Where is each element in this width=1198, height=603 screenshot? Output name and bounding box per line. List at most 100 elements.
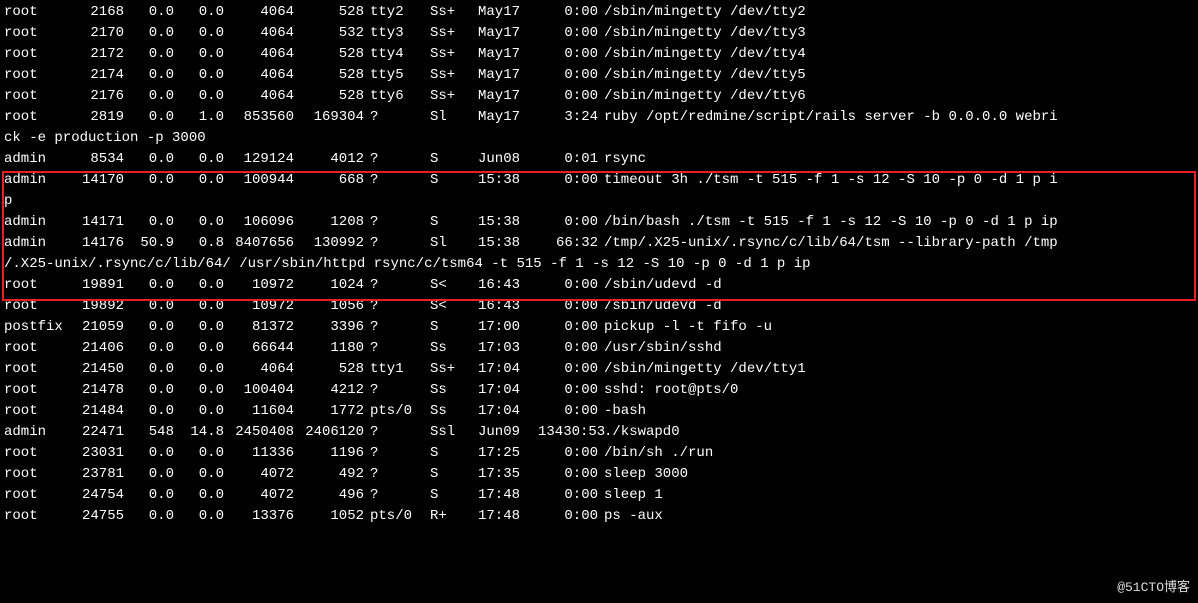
col-pid: 24755 <box>74 506 124 527</box>
col-command: /bin/bash ./tsm -t 515 -f 1 -s 12 -S 10 … <box>598 212 1194 233</box>
process-row: root198910.00.0109721024?S<16:430:00/sbi… <box>4 275 1194 296</box>
col-mem: 0.0 <box>174 275 224 296</box>
col-cpu: 0.0 <box>124 170 174 191</box>
col-vsz: 4064 <box>224 86 294 107</box>
process-row: root214840.00.0116041772pts/0Ss17:040:00… <box>4 401 1194 422</box>
watermark: @51CTO博客 <box>1117 578 1190 598</box>
col-start: May17 <box>478 23 538 44</box>
process-row: root230310.00.0113361196?S17:250:00/bin/… <box>4 443 1194 464</box>
col-mem: 0.0 <box>174 317 224 338</box>
col-start: 17:35 <box>478 464 538 485</box>
col-rss: 496 <box>294 485 364 506</box>
col-command: -bash <box>598 401 1194 422</box>
process-row: root214060.00.0666441180?Ss17:030:00/usr… <box>4 338 1194 359</box>
col-command-continued: /.X25-unix/.rsync/c/lib/64/ /usr/sbin/ht… <box>4 254 811 275</box>
col-vsz: 129124 <box>224 149 294 170</box>
col-vsz: 66644 <box>224 338 294 359</box>
col-start: 15:38 <box>478 170 538 191</box>
col-time: 0:00 <box>538 443 598 464</box>
col-start: May17 <box>478 86 538 107</box>
col-user: root <box>4 380 74 401</box>
col-stat: Ss <box>430 380 478 401</box>
col-pid: 2168 <box>74 2 124 23</box>
col-user: admin <box>4 233 74 254</box>
col-pid: 22471 <box>74 422 124 443</box>
col-rss: 528 <box>294 86 364 107</box>
col-vsz: 2450408 <box>224 422 294 443</box>
col-vsz: 100944 <box>224 170 294 191</box>
col-start: 15:38 <box>478 212 538 233</box>
col-start: 17:04 <box>478 359 538 380</box>
col-stat: Ss+ <box>430 65 478 86</box>
col-user: root <box>4 275 74 296</box>
col-vsz: 11336 <box>224 443 294 464</box>
process-row-wrap: /.X25-unix/.rsync/c/lib/64/ /usr/sbin/ht… <box>4 254 1194 275</box>
col-start: 17:03 <box>478 338 538 359</box>
col-time: 0:00 <box>538 275 598 296</box>
col-pid: 2176 <box>74 86 124 107</box>
col-start: 17:48 <box>478 506 538 527</box>
col-pid: 8534 <box>74 149 124 170</box>
col-pid: 19891 <box>74 275 124 296</box>
col-command: /sbin/udevd -d <box>598 275 1194 296</box>
col-cpu: 0.0 <box>124 338 174 359</box>
col-command: sleep 3000 <box>598 464 1194 485</box>
col-command: sleep 1 <box>598 485 1194 506</box>
col-tty: ? <box>364 338 430 359</box>
col-rss: 4012 <box>294 149 364 170</box>
col-stat: Ss <box>430 401 478 422</box>
col-mem: 0.0 <box>174 44 224 65</box>
col-cpu: 0.0 <box>124 359 174 380</box>
col-stat: Ss+ <box>430 44 478 65</box>
col-cpu: 0.0 <box>124 401 174 422</box>
process-row: root21680.00.04064528tty2Ss+May170:00/sb… <box>4 2 1194 23</box>
col-cpu: 548 <box>124 422 174 443</box>
col-time: 0:00 <box>538 212 598 233</box>
process-row: root247540.00.04072496?S17:480:00sleep 1 <box>4 485 1194 506</box>
process-row: root21700.00.04064532tty3Ss+May170:00/sb… <box>4 23 1194 44</box>
col-rss: 492 <box>294 464 364 485</box>
col-tty: ? <box>364 317 430 338</box>
col-mem: 0.0 <box>174 212 224 233</box>
col-tty: ? <box>364 380 430 401</box>
col-stat: S< <box>430 296 478 317</box>
col-rss: 1772 <box>294 401 364 422</box>
col-tty: ? <box>364 170 430 191</box>
col-rss: 528 <box>294 65 364 86</box>
col-time: 0:00 <box>538 401 598 422</box>
process-row-wrap: ck -e production -p 3000 <box>4 128 1194 149</box>
col-start: May17 <box>478 44 538 65</box>
col-stat: Ss+ <box>430 23 478 44</box>
process-row: admin2247154814.824504082406120?SslJun09… <box>4 422 1194 443</box>
col-rss: 528 <box>294 44 364 65</box>
col-rss: 4212 <box>294 380 364 401</box>
col-time: 0:00 <box>538 380 598 401</box>
col-command: /sbin/udevd -d <box>598 296 1194 317</box>
col-cpu: 0.0 <box>124 23 174 44</box>
col-command-continued: p <box>4 191 12 212</box>
col-time: 13430:53 <box>538 422 598 443</box>
col-rss: 1196 <box>294 443 364 464</box>
col-command: /sbin/mingetty /dev/tty1 <box>598 359 1194 380</box>
col-time: 0:00 <box>538 23 598 44</box>
col-command: /sbin/mingetty /dev/tty2 <box>598 2 1194 23</box>
col-stat: S <box>430 464 478 485</box>
col-user: root <box>4 359 74 380</box>
col-cpu: 0.0 <box>124 380 174 401</box>
process-row: admin1417650.90.88407656130992?Sl15:3866… <box>4 233 1194 254</box>
col-tty: ? <box>364 275 430 296</box>
col-cpu: 0.0 <box>124 65 174 86</box>
col-vsz: 4064 <box>224 2 294 23</box>
col-pid: 21484 <box>74 401 124 422</box>
col-stat: Ssl <box>430 422 478 443</box>
col-mem: 1.0 <box>174 107 224 128</box>
col-start: May17 <box>478 2 538 23</box>
col-command: /usr/sbin/sshd <box>598 338 1194 359</box>
col-stat: Ss+ <box>430 359 478 380</box>
col-time: 0:00 <box>538 44 598 65</box>
col-vsz: 10972 <box>224 275 294 296</box>
col-rss: 668 <box>294 170 364 191</box>
col-pid: 19892 <box>74 296 124 317</box>
col-time: 0:00 <box>538 485 598 506</box>
col-command: timeout 3h ./tsm -t 515 -f 1 -s 12 -S 10… <box>598 170 1194 191</box>
